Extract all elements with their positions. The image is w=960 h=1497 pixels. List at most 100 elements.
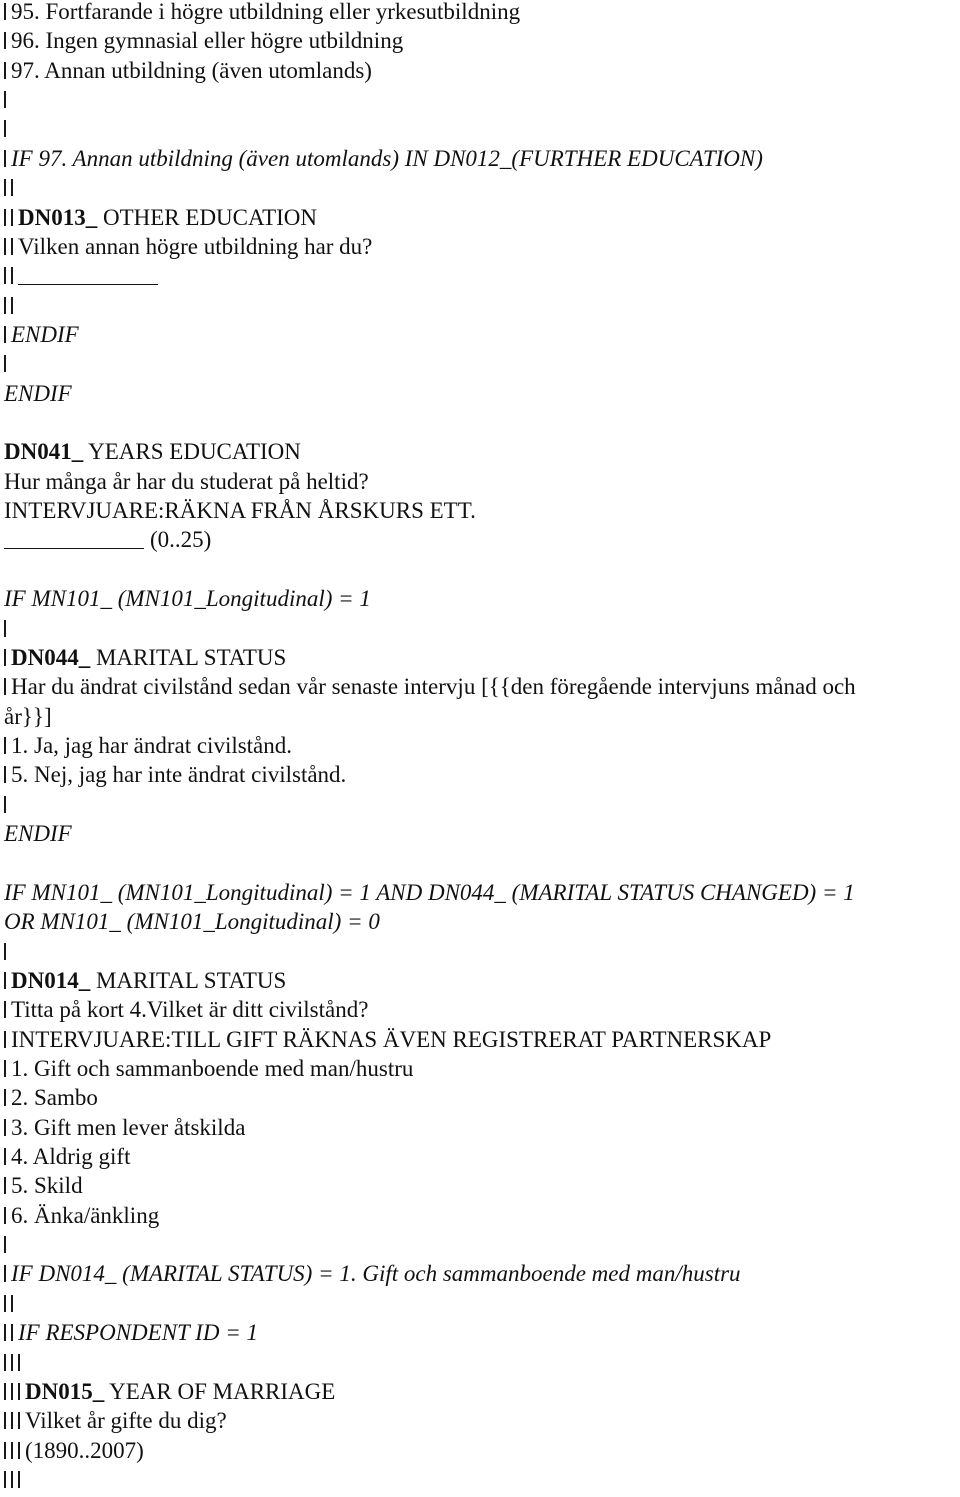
document-line: IF 97. Annan utbildning (även utomlands)… (4, 144, 960, 173)
line-text: 2. Sambo (11, 1085, 98, 1111)
nesting-bar (11, 208, 13, 226)
line-text: Vilket år gifte du dig? (25, 1408, 227, 1434)
nesting-bar (4, 1382, 6, 1400)
nesting-bar (4, 267, 6, 285)
line-text: 5. Nej, jag har inte ändrat civilstånd. (11, 762, 347, 788)
nesting-bar (4, 942, 6, 960)
nesting-bar (4, 1206, 6, 1224)
nesting-bar (11, 179, 13, 197)
nesting-bar (4, 971, 6, 989)
answer-blank-field[interactable] (4, 526, 144, 550)
document-line (4, 291, 960, 320)
nesting-bar (4, 3, 6, 20)
nesting-bar (18, 1382, 20, 1400)
routing-condition: IF RESPONDENT ID = 1 (18, 1320, 258, 1346)
nesting-bar (11, 1294, 13, 1312)
document-line: 5. Nej, jag har inte ändrat civilstånd. (4, 760, 960, 789)
nesting-bar (4, 1441, 6, 1459)
document-line (4, 1289, 960, 1318)
answer-blank-field[interactable] (18, 262, 158, 286)
document-line (4, 1230, 960, 1259)
nesting-bar (4, 1089, 6, 1107)
document-line: DN041_ YEARS EDUCATION (4, 437, 960, 466)
nesting-bar (4, 355, 6, 373)
line-text: 1. Ja, jag har ändrat civilstånd. (11, 732, 293, 758)
document-line: 1. Ja, jag har ändrat civilstånd. (4, 731, 960, 760)
nesting-bar (4, 1236, 6, 1254)
line-text: 97. Annan utbildning (även utomlands) (11, 57, 372, 83)
document-line: Vilket år gifte du dig? (4, 1406, 960, 1435)
line-text: Vilken annan högre utbildning har du? (18, 233, 373, 259)
document-line (4, 614, 960, 643)
document-line: DN013_ OTHER EDUCATION (4, 203, 960, 232)
document-line: 6. Änka/änkling (4, 1201, 960, 1230)
nesting-bar (18, 1353, 20, 1371)
nesting-bar (11, 1382, 13, 1400)
nesting-bar (4, 237, 6, 255)
nesting-bar (18, 1441, 20, 1459)
nesting-bar (4, 149, 6, 167)
document-line (4, 85, 960, 114)
nesting-bar (4, 795, 6, 813)
nesting-bar (18, 1412, 20, 1430)
line-text: 5. Skild (11, 1173, 83, 1199)
nesting-bar (4, 1001, 6, 1019)
document-line: DN044_ MARITAL STATUS (4, 643, 960, 672)
line-text: MARITAL STATUS (90, 644, 287, 670)
line-text: YEAR OF MARRIAGE (104, 1378, 336, 1404)
document-line: ENDIF (4, 379, 960, 408)
document-line: (0..25) (4, 525, 960, 554)
nesting-bar (4, 1265, 6, 1283)
document-line (4, 114, 960, 143)
nesting-bar (11, 1441, 13, 1459)
document-line: Vilken annan högre utbildning har du? (4, 232, 960, 261)
nesting-bar (4, 296, 6, 314)
document-line: 5. Skild (4, 1171, 960, 1200)
nesting-bar (4, 1177, 6, 1195)
nesting-bar (4, 120, 6, 138)
document-line: INTERVJUARE:TILL GIFT RÄKNAS ÄVEN REGIST… (4, 1025, 960, 1054)
document-line (4, 937, 960, 966)
nesting-bar (11, 1412, 13, 1430)
document-line (4, 1465, 960, 1494)
document-line: IF MN101_ (MN101_Longitudinal) = 1 (4, 584, 960, 613)
nesting-bar (4, 678, 6, 696)
line-text: INTERVJUARE:RÄKNA FRÅN ÅRSKURS ETT. (4, 498, 476, 524)
document-line: IF MN101_ (MN101_Longitudinal) = 1 AND D… (4, 878, 960, 907)
document-line: 96. Ingen gymnasial eller högre utbildni… (4, 26, 960, 55)
nesting-bar (11, 267, 13, 285)
line-text: 95. Fortfarande i högre utbildning eller… (11, 0, 521, 24)
line-text: Hur många år har du studerat på heltid? (4, 468, 369, 494)
document-line: 1. Gift och sammanboende med man/hustru (4, 1054, 960, 1083)
line-text: 3. Gift men lever åtskilda (11, 1114, 246, 1140)
line-text: 6. Änka/änkling (11, 1202, 160, 1228)
nesting-bar (4, 736, 6, 754)
document-line: INTERVJUARE:RÄKNA FRÅN ÅRSKURS ETT. (4, 496, 960, 525)
nesting-bar (4, 208, 6, 226)
line-text: Titta på kort 4.Vilket är ditt civilstån… (11, 997, 369, 1023)
routing-condition: ENDIF (4, 380, 72, 406)
nesting-bar (4, 619, 6, 637)
nesting-bar (4, 1118, 6, 1136)
line-text: 4. Aldrig gift (11, 1144, 131, 1170)
nesting-bar (18, 1470, 20, 1488)
nesting-bar (4, 325, 6, 343)
routing-condition: ENDIF (11, 321, 79, 347)
line-text: Har du ändrat civilstånd sedan vår senas… (11, 674, 856, 700)
line-text: MARITAL STATUS (90, 967, 287, 993)
document-line: 95. Fortfarande i högre utbildning eller… (4, 0, 960, 26)
routing-condition: IF MN101_ (MN101_Longitudinal) = 1 AND D… (4, 879, 855, 905)
nesting-bar (4, 179, 6, 197)
nesting-bar (4, 1030, 6, 1048)
document-line: ENDIF (4, 819, 960, 848)
routing-condition: IF MN101_ (MN101_Longitudinal) = 1 (4, 586, 371, 612)
question-code: DN015_ (25, 1378, 105, 1404)
routing-condition: IF 97. Annan utbildning (även utomlands)… (11, 145, 763, 171)
document-line: år}}] (4, 702, 960, 731)
nesting-bar (4, 1470, 6, 1488)
nesting-bar (4, 91, 6, 109)
questionnaire-document: 95. Fortfarande i högre utbildning eller… (4, 0, 960, 1494)
nesting-bar (4, 32, 6, 50)
